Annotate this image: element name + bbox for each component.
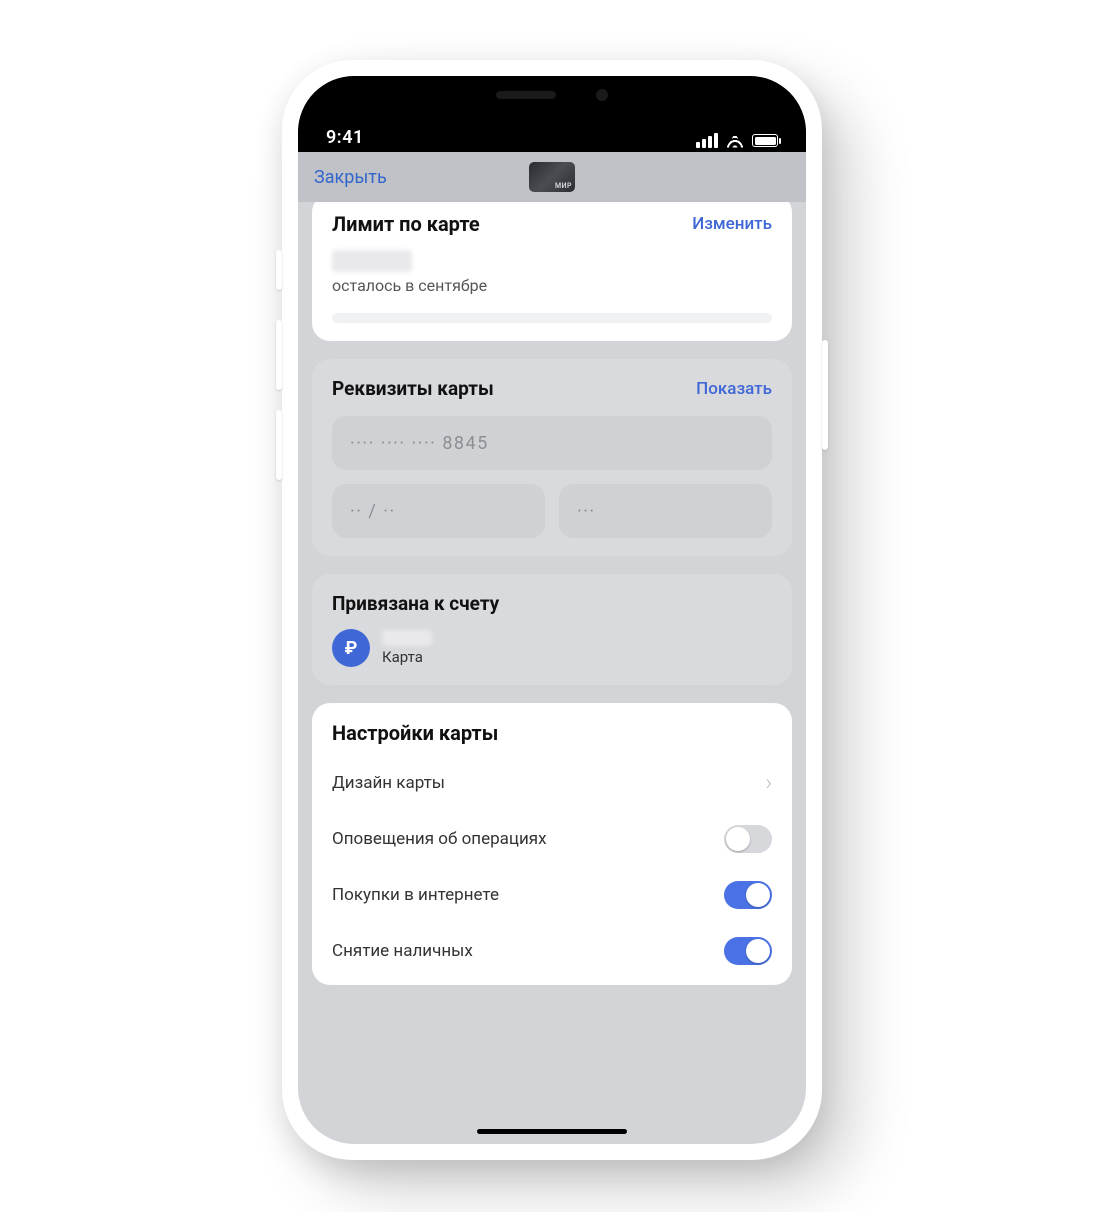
linked-title: Привязана к счету xyxy=(332,592,499,615)
setting-toggle[interactable] xyxy=(724,881,772,909)
requisites-panel: Реквизиты карты Показать ···· ···· ···· … xyxy=(312,359,792,556)
nav-header: Закрыть МИР xyxy=(298,152,806,202)
status-bar: 9:41 xyxy=(298,76,806,152)
card-cvv-masked: ··· xyxy=(577,501,596,522)
card-expiry-masked: ·· / ·· xyxy=(350,501,396,522)
card-settings-panel: Настройки карты Дизайн карты › Оповещения … xyxy=(312,703,792,985)
linked-amount-redacted xyxy=(382,630,432,646)
phone-frame: 9:41 Закрыть МИР Лимит по карте xyxy=(282,60,822,1160)
limit-title: Лимит по карте xyxy=(332,212,480,236)
setting-label: Оповещения об операциях xyxy=(332,829,547,849)
card-brand-label: МИР xyxy=(555,182,572,190)
notch xyxy=(452,76,652,114)
card-expiry-field[interactable]: ·· / ·· xyxy=(332,484,545,538)
card-number-field[interactable]: ···· ···· ···· 8845 xyxy=(332,416,772,470)
status-time: 9:41 xyxy=(326,127,364,148)
limit-remaining-label: осталось в сентябре xyxy=(332,276,772,295)
battery-icon xyxy=(752,134,778,147)
card-number-masked: ···· ···· ···· 8845 xyxy=(350,433,489,454)
linked-account-row[interactable]: ₽ Карта xyxy=(332,629,772,667)
change-limit-button[interactable]: Изменить xyxy=(692,214,772,234)
limit-card: Лимит по карте Изменить осталось в сентя… xyxy=(312,202,792,341)
card-thumbnail[interactable]: МИР xyxy=(529,162,575,192)
setting-row[interactable]: Покупки в интернете xyxy=(332,867,772,923)
setting-toggle[interactable] xyxy=(724,825,772,853)
show-requisites-button[interactable]: Показать xyxy=(696,379,772,399)
cellular-icon xyxy=(696,133,718,148)
card-cvv-field[interactable]: ··· xyxy=(559,484,772,538)
settings-title: Настройки карты xyxy=(332,721,772,745)
setting-label: Снятие наличных xyxy=(332,941,473,961)
requisites-title: Реквизиты карты xyxy=(332,377,494,400)
limit-progress xyxy=(332,313,772,323)
setting-label: Покупки в интернете xyxy=(332,885,499,905)
setting-row[interactable]: Снятие наличных xyxy=(332,923,772,979)
screen: 9:41 Закрыть МИР Лимит по карте xyxy=(298,76,806,1144)
setting-row[interactable]: Дизайн карты › xyxy=(332,755,772,811)
home-indicator[interactable] xyxy=(477,1129,627,1134)
setting-toggle[interactable] xyxy=(724,937,772,965)
linked-account-panel: Привязана к счету ₽ Карта xyxy=(312,574,792,685)
close-button[interactable]: Закрыть xyxy=(314,167,387,188)
linked-sublabel: Карта xyxy=(382,648,432,666)
limit-amount-redacted xyxy=(332,250,412,272)
wifi-icon xyxy=(726,134,744,148)
setting-label: Дизайн карты xyxy=(332,773,445,793)
setting-row[interactable]: Оповещения об операциях xyxy=(332,811,772,867)
ruble-icon: ₽ xyxy=(332,629,370,667)
chevron-right-icon: › xyxy=(765,771,772,796)
